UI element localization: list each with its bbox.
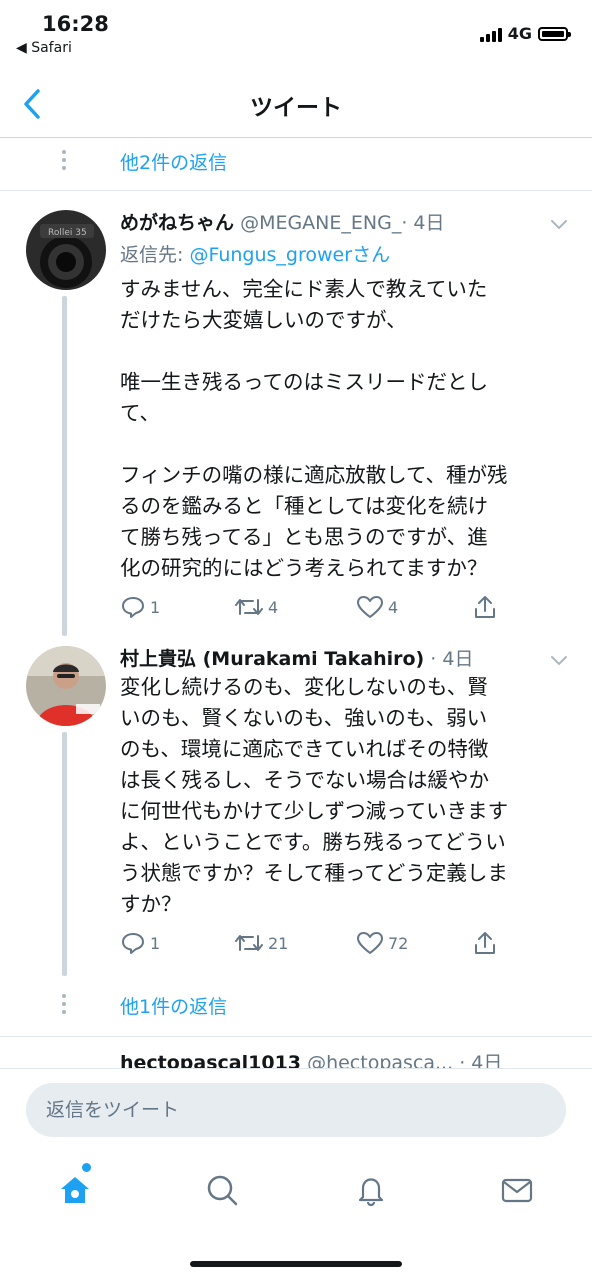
reply-button[interactable]: 1: [120, 594, 160, 620]
tweet[interactable]: Rollei 35 めがねちゃん @MEGANE_ENG_· 4日 返信先: @…: [0, 190, 592, 640]
retweet-count: 21: [268, 933, 289, 953]
reply-to-line: 返信先: @Fungus_growerさん: [120, 240, 390, 267]
more-replies-link[interactable]: 他2件の返信: [120, 148, 227, 175]
thread-line: [62, 732, 67, 976]
status-indicators: 4G: [479, 24, 571, 43]
more-replies-link[interactable]: 他1件の返信: [120, 992, 227, 1019]
like-count: 72: [388, 933, 409, 953]
reply-count: 1: [150, 933, 161, 953]
chevron-down-icon[interactable]: [550, 216, 568, 230]
tab-search[interactable]: [197, 1165, 247, 1215]
svg-text:Rollei 35: Rollei 35: [48, 228, 87, 238]
display-name[interactable]: 村上貴弘 (Murakami Takahiro): [120, 648, 424, 670]
signal-icon: [479, 26, 502, 42]
tweet-text: すみません、完全にド素人で教えていた だけたら大変嬉しいのですが、 唯一生き残る…: [120, 277, 508, 580]
more-dots-icon: [62, 150, 68, 174]
reply-to-handle[interactable]: @Fungus_grower: [189, 244, 352, 266]
reply-tweet-input[interactable]: 返信をツイート: [26, 1083, 566, 1137]
status-time: 16:28: [42, 12, 109, 36]
chevron-down-icon[interactable]: [550, 652, 568, 666]
tweet-time: · 4日: [401, 212, 445, 234]
reply-count: 1: [150, 597, 161, 617]
thread-line: [62, 296, 67, 636]
reply-to-suffix: さん: [352, 244, 391, 266]
battery-icon: [538, 26, 571, 41]
avatar[interactable]: [26, 646, 106, 726]
home-icon: [61, 1177, 89, 1203]
divider: [0, 1036, 592, 1037]
like-count: 4: [388, 597, 399, 617]
tweet-header: めがねちゃん @MEGANE_ENG_· 4日: [120, 208, 572, 235]
user-handle[interactable]: @MEGANE_ENG_: [240, 212, 401, 234]
back-to-safari-link[interactable]: ◀ Safari: [16, 40, 72, 56]
tweet-actions: 1 21 72: [120, 930, 560, 960]
share-button[interactable]: [472, 594, 498, 620]
reply-icon: [122, 933, 144, 954]
search-icon: [207, 1175, 238, 1206]
network-type: 4G: [507, 24, 532, 43]
retweet-icon: [235, 935, 263, 951]
bell-icon: [358, 1178, 384, 1207]
avatar[interactable]: Rollei 35: [26, 210, 106, 290]
share-icon: [475, 932, 495, 954]
heart-icon: [357, 932, 383, 954]
retweet-button[interactable]: 21: [234, 930, 288, 956]
tab-bar: [0, 1165, 592, 1215]
tab-messages[interactable]: [492, 1165, 542, 1215]
tweet-time: · 4日: [430, 648, 474, 670]
more-replies-top[interactable]: 他2件の返信: [0, 140, 592, 188]
status-bar: 16:28 ◀ Safari 4G: [0, 0, 592, 70]
like-button[interactable]: 72: [356, 930, 408, 956]
tweet-header: 村上貴弘 (Murakami Takahiro) · 4日: [120, 644, 572, 671]
heart-icon: [357, 596, 383, 618]
new-content-dot: [82, 1163, 91, 1172]
mail-icon: [501, 1178, 533, 1203]
more-replies-bottom[interactable]: 他1件の返信: [0, 984, 592, 1032]
like-button[interactable]: 4: [356, 594, 398, 620]
retweet-button[interactable]: 4: [234, 594, 278, 620]
share-icon: [475, 596, 495, 618]
nav-bar: ツイート: [0, 70, 592, 138]
retweet-icon: [235, 599, 263, 615]
tweet-text: 変化し続けるのも、変化しないのも、賢 いのも、賢くないのも、強いのも、弱い のも…: [120, 675, 509, 916]
tweet[interactable]: 村上貴弘 (Murakami Takahiro) · 4日 変化し続けるのも、変…: [0, 640, 592, 980]
display-name[interactable]: めがねちゃん: [120, 212, 234, 234]
page-title: ツイート: [250, 95, 342, 121]
bottom-area: 返信をツイート: [0, 1068, 592, 1281]
retweet-count: 4: [268, 597, 279, 617]
tab-home[interactable]: [50, 1165, 100, 1215]
more-dots-icon: [62, 994, 68, 1018]
home-indicator: [190, 1261, 402, 1267]
reply-button[interactable]: 1: [120, 930, 160, 956]
tweet-actions: 1 4 4: [120, 594, 560, 624]
reply-icon: [122, 597, 144, 618]
reply-to-prefix: 返信先:: [120, 244, 190, 266]
share-button[interactable]: [472, 930, 498, 956]
tab-notifications[interactable]: [346, 1165, 396, 1215]
